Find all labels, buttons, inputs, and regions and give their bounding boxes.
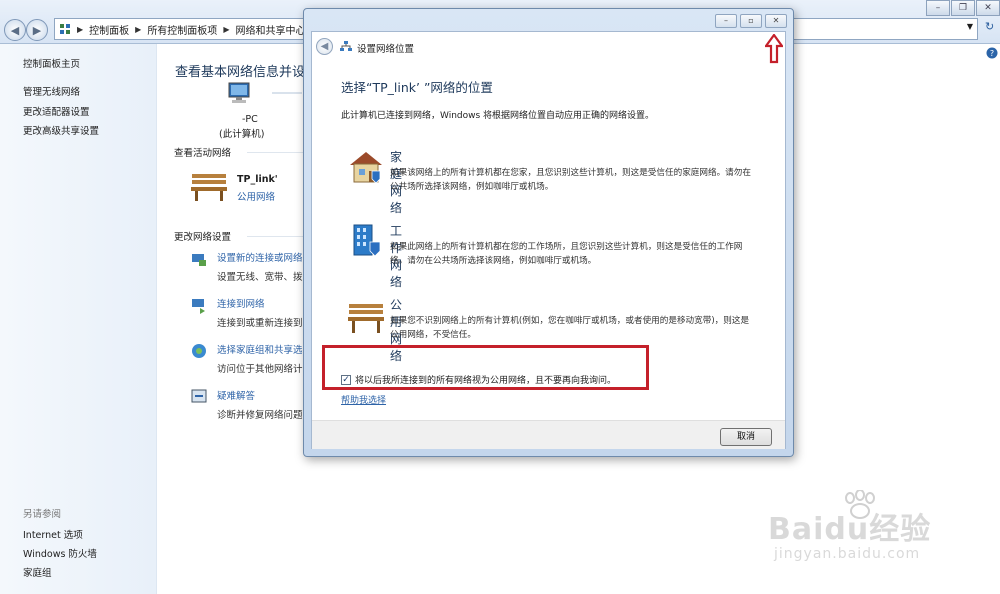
office-building-icon xyxy=(353,224,381,257)
house-icon xyxy=(350,152,382,184)
connect-network-icon xyxy=(192,299,205,314)
dialog-footer: 取消 xyxy=(312,420,785,449)
network-type-link[interactable]: 公用网络 xyxy=(237,189,275,203)
back-button[interactable]: ◀ xyxy=(4,19,26,41)
bench-icon xyxy=(348,304,384,333)
pc-name: -PC xyxy=(242,114,258,125)
task-desc: 访问位于其他网络计 xyxy=(217,364,303,375)
link-windows-firewall[interactable]: Windows 防火墙 xyxy=(23,546,97,560)
breadcrumb-separator: ▶ xyxy=(77,24,84,34)
bench-icon xyxy=(191,174,227,201)
dialog-header: ◀ 设置网络位置 xyxy=(312,32,785,58)
maximize-button[interactable]: ❐ xyxy=(951,0,975,16)
window-controls: – ❐ ✕ xyxy=(925,0,1000,16)
highlight-box xyxy=(322,345,649,390)
dialog-intro: 此计算机已连接到网络，Windows 将根据网络位置自动应用正确的网络设置。 xyxy=(341,111,655,121)
cancel-button[interactable]: 取消 xyxy=(720,428,772,446)
control-panel-icon xyxy=(60,24,70,34)
page-title: 查看基本网络信息并设置 xyxy=(175,65,319,80)
task-desc: 诊断并修复网络问题 xyxy=(217,410,303,421)
arrow-up-icon xyxy=(765,34,783,64)
back-arrow-icon[interactable]: ◀ xyxy=(316,38,333,55)
dialog-window-controls: – ▫ ✕ xyxy=(712,14,787,28)
minimize-button[interactable]: – xyxy=(926,0,950,16)
help-icon[interactable]: ? xyxy=(986,47,998,59)
left-pane: 控制面板主页 管理无线网络 更改适配器设置 更改高级共享设置 另请参阅 Inte… xyxy=(0,44,157,594)
option-desc: 如果您不识别网络上的所有计算机(例如，您在咖啡厅或机场，或者使用的是移动宽带)，… xyxy=(390,316,750,340)
new-connection-icon xyxy=(192,254,206,266)
link-internet-options[interactable]: Internet 选项 xyxy=(23,527,83,541)
computer-icon xyxy=(228,82,250,103)
task-desc: 设置无线、宽带、拨 xyxy=(217,272,303,283)
change-settings-label: 更改网络设置 xyxy=(174,232,232,243)
chevron-down-icon[interactable]: ▼ xyxy=(967,22,973,31)
active-networks-label: 查看活动网络 xyxy=(174,148,232,159)
svg-text:?: ? xyxy=(990,49,994,58)
forward-button[interactable]: ▶ xyxy=(26,19,48,41)
task-connect-network[interactable]: 连接到网络 连接到或重新连接到 xyxy=(217,296,303,329)
link-advanced-sharing[interactable]: 更改高级共享设置 xyxy=(23,123,99,137)
connection-line xyxy=(272,92,302,94)
task-title[interactable]: 选择家庭组和共享选 xyxy=(217,345,303,356)
see-also-label: 另请参阅 xyxy=(23,509,62,520)
close-button[interactable]: ✕ xyxy=(765,14,787,28)
breadcrumb-separator: ▶ xyxy=(223,24,230,34)
breadcrumb-item[interactable]: 所有控制面板项 xyxy=(147,22,217,37)
divider xyxy=(247,236,303,237)
option-desc: 如果该网络上的所有计算机都在您家，且您识别这些计算机，则这是受信任的家庭网络。请… xyxy=(390,168,751,192)
link-homegroup[interactable]: 家庭组 xyxy=(23,565,52,579)
task-title[interactable]: 疑难解答 xyxy=(217,391,255,402)
watermark-line2: jingyan.baidu.com xyxy=(774,546,921,562)
refresh-icon[interactable]: ↻ xyxy=(985,20,999,40)
option-public-network[interactable]: 公用网络 如果您不识别网络上的所有计算机(例如，您在咖啡厅或机场，或者使用的是移… xyxy=(348,296,749,363)
task-homegroup-sharing[interactable]: 选择家庭组和共享选 访问位于其他网络计 xyxy=(217,342,303,375)
network-name: TP_link' xyxy=(237,174,278,185)
divider xyxy=(247,152,303,153)
link-control-panel-home[interactable]: 控制面板主页 xyxy=(23,56,80,70)
task-title[interactable]: 连接到网络 xyxy=(217,299,265,310)
homegroup-icon xyxy=(192,344,206,358)
watermark: Baidu经验 jingyan.baidu.com xyxy=(768,490,978,570)
help-me-choose-link[interactable]: 帮助我选择 xyxy=(341,393,386,406)
task-desc: 连接到或重新连接到 xyxy=(217,318,303,329)
task-title[interactable]: 设置新的连接或网络 xyxy=(217,253,303,264)
option-home-network[interactable]: 家庭网络 如果该网络上的所有计算机都在您家，且您识别这些计算机，则这是受信任的家… xyxy=(350,148,751,215)
breadcrumb-item[interactable]: 网络和共享中心 xyxy=(235,22,305,37)
link-manage-wireless[interactable]: 管理无线网络 xyxy=(23,84,80,98)
troubleshoot-icon xyxy=(191,389,207,403)
option-work-network[interactable]: 工作网络 如果此网络上的所有计算机都在您的工作场所，且您识别这些计算机，则这是受… xyxy=(352,222,742,289)
network-icon xyxy=(340,41,352,51)
pc-subtitle: (此计算机) xyxy=(219,129,265,140)
task-setup-connection[interactable]: 设置新的连接或网络 设置无线、宽带、拨 xyxy=(217,250,303,283)
close-button[interactable]: ✕ xyxy=(976,0,1000,16)
link-adapter-settings[interactable]: 更改适配器设置 xyxy=(23,104,90,118)
maximize-button[interactable]: ▫ xyxy=(740,14,762,28)
dialog-title: 设置网络位置 xyxy=(357,44,415,55)
breadcrumb-item[interactable]: 控制面板 xyxy=(89,22,129,37)
option-desc: 如果此网络上的所有计算机都在您的工作场所，且您识别这些计算机，则这是受信任的工作… xyxy=(390,242,743,266)
task-troubleshoot[interactable]: 疑难解答 诊断并修复网络问题 xyxy=(217,388,303,421)
minimize-button[interactable]: – xyxy=(715,14,737,28)
dialog-heading: 选择“TP_link’ ”网络的位置 xyxy=(341,80,493,95)
breadcrumb-separator: ▶ xyxy=(135,24,142,34)
watermark-line1: Baidu经验 xyxy=(768,512,932,547)
